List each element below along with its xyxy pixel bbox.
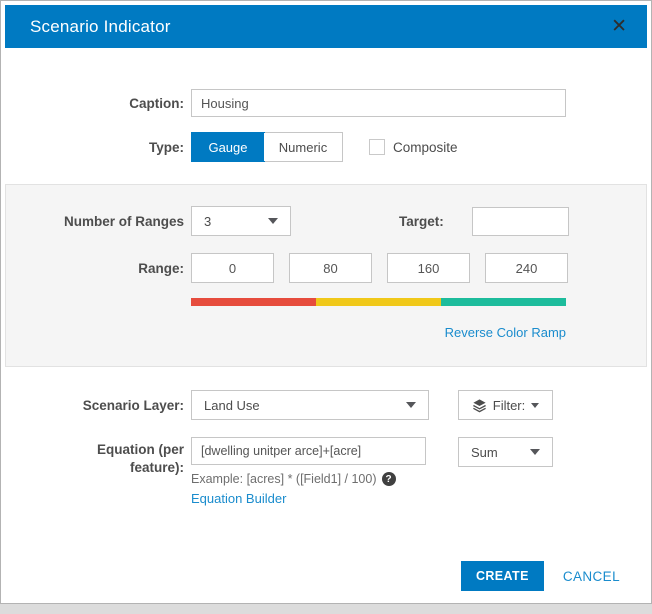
composite-checkbox[interactable] xyxy=(369,139,385,155)
composite-label: Composite xyxy=(393,140,458,155)
reverse-color-ramp-link[interactable]: Reverse Color Ramp xyxy=(445,325,566,340)
chevron-down-icon xyxy=(268,218,278,224)
type-label: Type: xyxy=(1,140,184,155)
color-ramp xyxy=(191,298,566,306)
caption-label: Caption: xyxy=(1,96,184,111)
equation-input[interactable] xyxy=(191,437,426,465)
aggregation-value: Sum xyxy=(471,445,498,460)
chevron-down-icon xyxy=(530,449,540,455)
number-of-ranges-label: Number of Ranges xyxy=(6,214,184,229)
number-of-ranges-dropdown[interactable]: 3 xyxy=(191,206,291,236)
range-inputs xyxy=(191,253,568,283)
help-icon[interactable]: ? xyxy=(382,472,396,486)
layers-icon xyxy=(472,398,487,413)
range-input-2[interactable] xyxy=(289,253,372,283)
create-button[interactable]: CREATE xyxy=(461,561,544,591)
type-option-numeric[interactable]: Numeric xyxy=(264,133,342,161)
dialog-title: Scenario Indicator xyxy=(30,17,171,37)
ranges-section: Number of Ranges 3 Target: Range: Revers xyxy=(5,184,647,367)
range-input-1[interactable] xyxy=(191,253,274,283)
dialog-footer: CREATE CANCEL xyxy=(461,561,620,591)
equation-label-line1: Equation (per xyxy=(97,442,184,457)
cancel-button[interactable]: CANCEL xyxy=(563,569,620,584)
range-label: Range: xyxy=(6,261,184,276)
reverse-ramp-row: Reverse Color Ramp xyxy=(191,324,566,342)
dialog-header: Scenario Indicator ✕ xyxy=(5,5,647,48)
caption-input[interactable] xyxy=(191,89,566,117)
range-input-3[interactable] xyxy=(387,253,470,283)
number-of-ranges-row: Number of Ranges 3 Target: xyxy=(6,206,646,236)
aggregation-dropdown[interactable]: Sum xyxy=(458,437,553,467)
scenario-layer-label: Scenario Layer: xyxy=(1,398,184,413)
number-of-ranges-value: 3 xyxy=(204,214,211,229)
filter-label: Filter: xyxy=(493,398,526,413)
chevron-down-icon xyxy=(531,403,539,408)
target-input[interactable] xyxy=(472,207,569,236)
equation-example: Example: [acres] * ([Field1] / 100) ? xyxy=(191,472,426,486)
equation-example-text: Example: [acres] * ([Field1] / 100) xyxy=(191,472,377,486)
type-segmented-control: Gauge Numeric xyxy=(191,132,343,162)
close-icon[interactable]: ✕ xyxy=(607,15,631,38)
equation-row: Equation (per feature): Example: [acres]… xyxy=(1,437,651,506)
scenario-indicator-dialog: Scenario Indicator ✕ Caption: Type: Gaug… xyxy=(0,0,652,604)
chevron-down-icon xyxy=(406,402,416,408)
filter-button[interactable]: Filter: xyxy=(458,390,553,420)
equation-label: Equation (per feature): xyxy=(1,437,184,476)
equation-field-group: Example: [acres] * ([Field1] / 100) ? Eq… xyxy=(191,437,426,506)
equation-label-line2: feature): xyxy=(130,460,184,475)
type-row: Type: Gauge Numeric Composite xyxy=(1,132,651,162)
ramp-segment-yellow xyxy=(316,298,441,306)
scenario-layer-value: Land Use xyxy=(204,398,260,413)
target-label: Target: xyxy=(399,214,444,229)
type-option-gauge[interactable]: Gauge xyxy=(191,132,265,162)
range-row: Range: xyxy=(6,253,646,283)
caption-row: Caption: xyxy=(1,89,651,117)
equation-builder-link[interactable]: Equation Builder xyxy=(191,491,426,506)
ramp-segment-red xyxy=(191,298,316,306)
scenario-layer-row: Scenario Layer: Land Use Filter: xyxy=(1,390,651,420)
scenario-layer-dropdown[interactable]: Land Use xyxy=(191,390,429,420)
range-input-4[interactable] xyxy=(485,253,568,283)
ramp-segment-green xyxy=(441,298,566,306)
